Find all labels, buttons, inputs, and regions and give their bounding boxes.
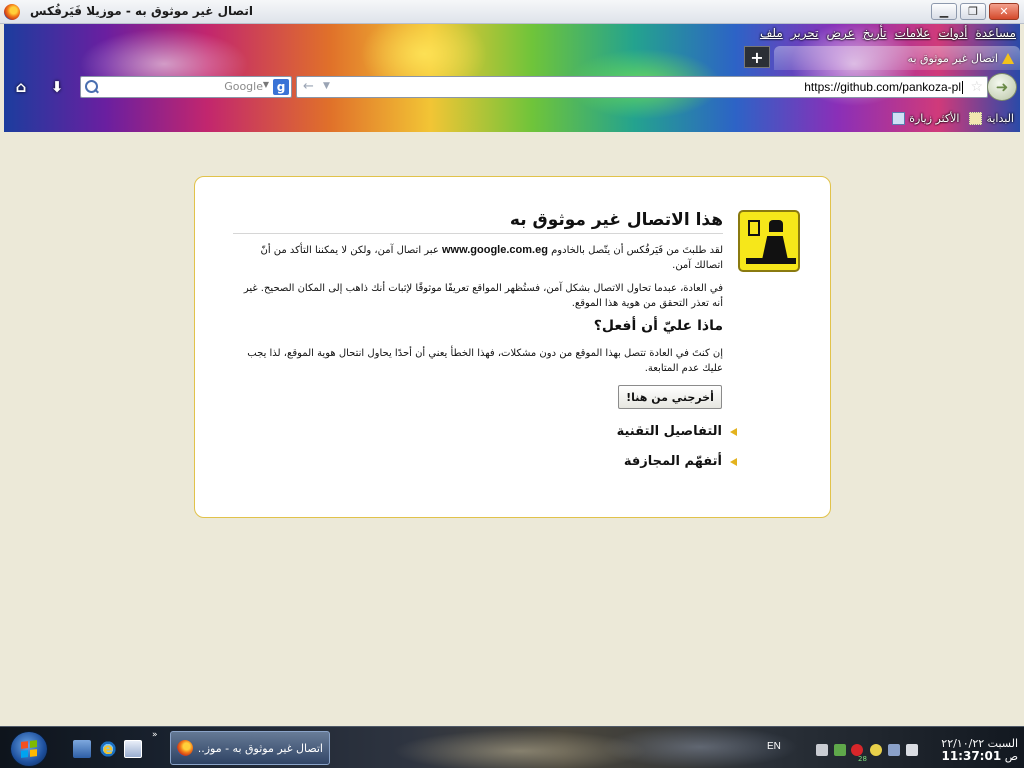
expand-arrow-icon — [730, 427, 737, 436]
menu-file[interactable]: ملف — [760, 26, 783, 44]
language-indicator[interactable]: EN — [767, 741, 781, 752]
firefox-icon — [177, 740, 193, 756]
back-arrow-icon[interactable]: ← — [303, 79, 314, 94]
search-engine-dropdown-icon[interactable]: ▼ — [263, 80, 269, 89]
home-icon[interactable]: ⌂ — [6, 75, 36, 99]
clock[interactable]: السبت ٢٢/١٠/٢٢ ص 11:37:01 — [941, 737, 1018, 763]
what-to-do-text: إن كنتَ في العادة تتصل بهذا الموقع من دو… — [247, 348, 723, 374]
quicklaunch-chevron-icon[interactable]: » — [152, 730, 158, 740]
expand-arrow-icon — [730, 457, 737, 466]
understand-risks-expander[interactable]: أتفهّم المجازفة — [624, 454, 737, 469]
menu-bar: ملف تحرير عرض تأريخ علامات أدوات مساعدة — [760, 26, 1020, 44]
title-bar[interactable]: اتصال غير موثوق به - موزيلا فَيَرفُكس ▁ … — [0, 0, 1024, 24]
error-explanation: في العادة، عبدما تحاول الاتصال بشكل آمن،… — [243, 283, 723, 309]
internet-explorer-icon[interactable]: e — [99, 740, 117, 758]
tray-badge: 28 — [858, 755, 867, 763]
url-input[interactable]: ← ▼ https://github.com/pankoza-pl ☆ — [296, 76, 988, 98]
page-icon — [969, 111, 983, 125]
new-tab-button[interactable]: + — [744, 46, 770, 68]
window-title: اتصال غير موثوق به - موزيلا فَيَرفُكس — [30, 4, 253, 18]
tray-app-icon[interactable] — [816, 744, 828, 756]
menu-help[interactable]: مساعدة — [975, 26, 1016, 44]
menu-bookmarks[interactable]: علامات — [895, 26, 931, 44]
menu-history[interactable]: تأريخ — [863, 26, 887, 44]
browser-toolbar-area: ملف تحرير عرض تأريخ علامات أدوات مساعدة … — [4, 24, 1020, 132]
bookmark-star-icon[interactable]: ☆ — [970, 79, 983, 95]
certificate-guard-icon — [738, 210, 800, 272]
menu-tools[interactable]: أدوات — [938, 26, 967, 44]
tab-label: اتصال غير موثوق به — [907, 51, 998, 65]
maximize-button[interactable]: ❐ — [960, 3, 986, 20]
bookmark-getting-started[interactable]: البداية — [969, 111, 1014, 125]
most-visited-icon — [892, 111, 906, 125]
url-text: https://github.com/pankoza-pl — [804, 80, 963, 95]
warning-icon — [1002, 52, 1014, 64]
taskbar-firefox-button[interactable]: اتصال غير موثوق به - موز... — [170, 731, 330, 765]
windows-logo-icon — [21, 740, 37, 758]
error-description: لقد طلبتَ من فَيَرفُكس أن يتّصل بالخادوم… — [260, 244, 723, 271]
server-name: www.google.com.eg — [441, 244, 548, 256]
search-input[interactable]: Google ▼ g — [80, 76, 292, 98]
start-button[interactable] — [10, 731, 48, 767]
menu-edit[interactable]: تحرير — [791, 26, 819, 44]
title-divider — [233, 233, 723, 234]
menu-view[interactable]: عرض — [826, 26, 854, 44]
history-dropdown-icon[interactable]: ▼ — [323, 81, 330, 91]
taskbar: e » اتصال غير موثوق به - موز... EN 28 ال… — [0, 726, 1024, 768]
error-box: هذا الاتصال غير موثوق به لقد طلبتَ من فَ… — [194, 176, 831, 518]
close-button[interactable]: ✕ — [989, 3, 1019, 20]
bookmark-most-visited[interactable]: الأكثر زيارة — [892, 111, 959, 125]
tab-untrusted-connection[interactable]: اتصال غير موثوق به — [774, 46, 1020, 70]
what-to-do-heading: ماذا عليّ أن أفعل؟ — [593, 318, 723, 334]
navigation-bar: ⌂ ⬇ Google ▼ g ← ▼ https://github.com/pa… — [4, 72, 1020, 102]
firefox-logo-icon — [4, 4, 20, 20]
tray-display-icon[interactable] — [888, 744, 900, 756]
search-engine-placeholder: Google — [224, 80, 263, 93]
minimize-button[interactable]: ▁ — [931, 3, 957, 20]
error-title: هذا الاتصال غير موثوق به — [509, 210, 723, 230]
tray-update-icon[interactable] — [870, 744, 882, 756]
clock-ampm: ص — [1004, 750, 1018, 763]
page-content: هذا الاتصال غير موثوق به لقد طلبتَ من فَ… — [4, 132, 1020, 726]
google-icon[interactable]: g — [273, 79, 289, 95]
search-icon — [84, 79, 98, 93]
technical-details-expander[interactable]: التفاصيل التقنية — [617, 424, 737, 439]
bookmarks-toolbar: الأكثر زيارة البداية — [892, 108, 1014, 128]
show-desktop-icon[interactable] — [73, 740, 91, 758]
get-me-out-button[interactable]: أخرجني من هنا! — [618, 385, 722, 409]
tray-volume-icon[interactable] — [906, 744, 918, 756]
download-icon[interactable]: ⬇ — [42, 75, 72, 99]
go-button[interactable]: ➜ — [987, 73, 1017, 101]
tray-network-icon[interactable] — [834, 744, 846, 756]
switch-windows-icon[interactable] — [124, 740, 142, 758]
clock-time: 11:37:01 — [941, 749, 1002, 763]
